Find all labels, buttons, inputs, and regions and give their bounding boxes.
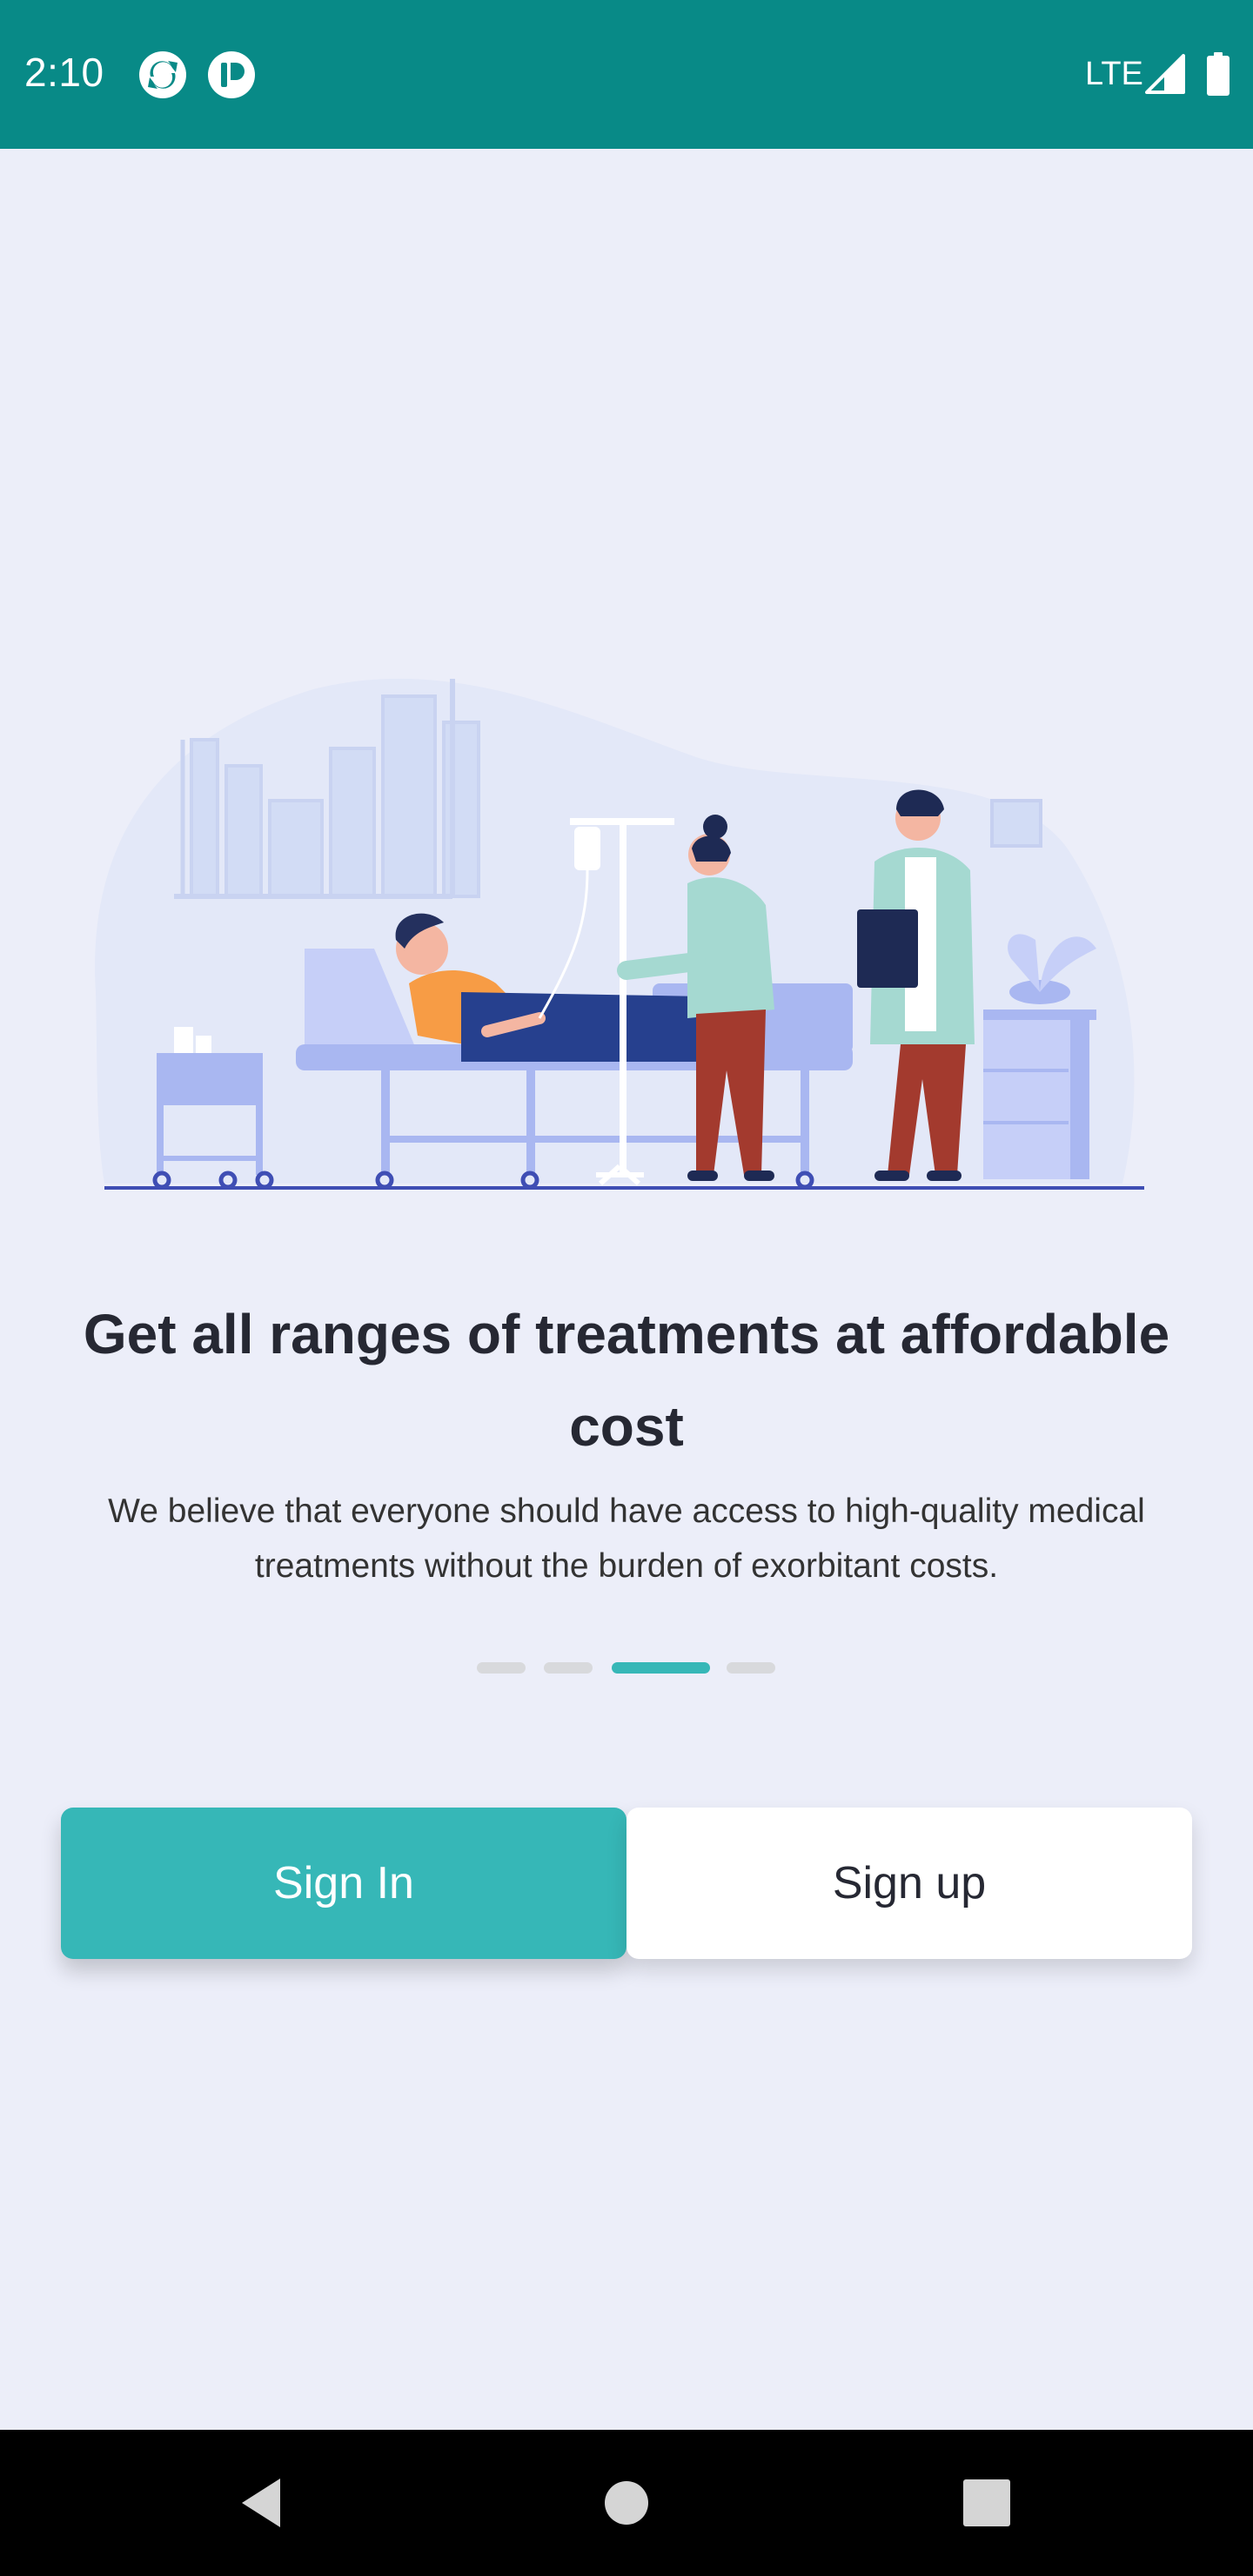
back-icon[interactable]: [228, 2468, 298, 2538]
sign-up-button[interactable]: Sign up: [626, 1808, 1192, 1959]
pp-app-icon: [208, 51, 255, 98]
status-bar: 2:10 LTE: [0, 0, 1253, 149]
hospital-treatment-illustration: [95, 678, 1144, 1190]
page-indicator-dash[interactable]: [477, 1662, 526, 1674]
network-type: LTE: [1085, 56, 1143, 92]
signal-icon: [1145, 54, 1185, 94]
page-indicator-dash-active[interactable]: [612, 1662, 710, 1674]
onboarding-headline: Get all ranges of treatments at affordab…: [83, 1303, 1170, 1458]
navigation-bar: [0, 2430, 1253, 2576]
onboarding-description: We believe that everyone should have acc…: [108, 1493, 1145, 1585]
page-indicator-dash[interactable]: [544, 1662, 593, 1674]
home-icon[interactable]: [592, 2468, 661, 2538]
page-indicator-dash[interactable]: [727, 1662, 775, 1674]
sync-app-icon: [139, 51, 186, 98]
battery-icon: [1207, 52, 1230, 96]
recents-icon[interactable]: [952, 2468, 1022, 2538]
sign-in-button[interactable]: Sign In: [61, 1808, 626, 1959]
status-time: 2:10: [24, 50, 104, 95]
